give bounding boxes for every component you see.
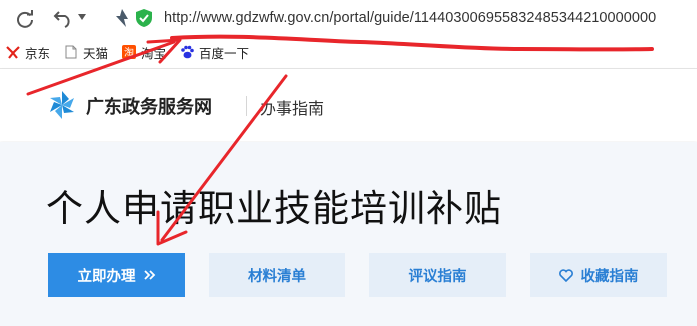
bookmark-label: 淘宝 xyxy=(141,45,167,61)
jd-icon xyxy=(6,45,20,59)
svg-text:淘: 淘 xyxy=(124,46,134,59)
bookmark-taobao[interactable]: 淘 淘宝 xyxy=(122,42,166,62)
bookmark-baidu[interactable]: 百度一下 xyxy=(180,42,249,62)
materials-list-button[interactable]: 材料清单 xyxy=(209,253,345,297)
bookmark-tmall[interactable]: 天猫 xyxy=(64,42,108,62)
bookmark-jd[interactable]: 京东 xyxy=(6,42,50,62)
taobao-icon: 淘 xyxy=(122,45,136,59)
reload-icon[interactable] xyxy=(14,8,36,30)
back-icon[interactable] xyxy=(52,7,76,29)
bookmark-label: 百度一下 xyxy=(199,45,250,61)
materials-list-label: 材料清单 xyxy=(248,268,306,285)
address-bar[interactable]: http://www.gdzwfw.gov.cn/portal/guide/11… xyxy=(164,8,697,28)
shield-check-icon[interactable] xyxy=(136,9,152,27)
review-guide-label: 评议指南 xyxy=(408,268,467,285)
double-chevron-right-icon xyxy=(143,266,156,284)
header-divider xyxy=(246,96,247,116)
apply-now-label: 立即办理 xyxy=(77,268,136,285)
content-area xyxy=(0,142,697,326)
page-icon xyxy=(64,45,78,59)
bookmark-label: 天猫 xyxy=(83,45,109,61)
review-guide-button[interactable]: 评议指南 xyxy=(369,253,506,297)
heart-icon xyxy=(558,268,573,282)
browser-toolbar: http://www.gdzwfw.gov.cn/portal/guide/11… xyxy=(0,0,697,36)
pinwheel-logo-icon[interactable] xyxy=(48,89,76,121)
site-name[interactable]: 广东政务服务网 xyxy=(86,93,212,119)
chevron-down-icon[interactable] xyxy=(78,13,86,21)
baidu-icon xyxy=(180,45,194,59)
section-guide-link[interactable]: 办事指南 xyxy=(260,95,324,119)
favorite-guide-button[interactable]: 收藏指南 xyxy=(530,253,667,297)
favorite-guide-label: 收藏指南 xyxy=(580,268,639,285)
apply-now-button[interactable]: 立即办理 xyxy=(48,253,185,297)
bookmarks-bar: 京东 天猫 淘 淘宝 百度一下 xyxy=(0,36,697,69)
bookmark-label: 京东 xyxy=(25,45,51,61)
lightning-icon[interactable] xyxy=(114,9,130,27)
page-title: 个人申请职业技能培训补贴 xyxy=(46,187,502,230)
